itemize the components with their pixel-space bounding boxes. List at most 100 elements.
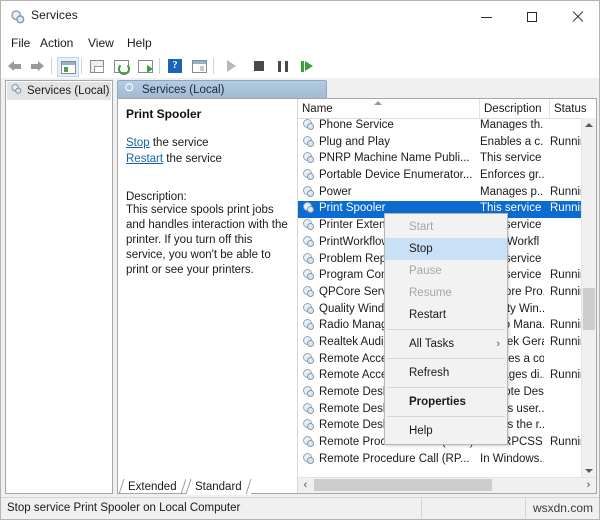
menu-help[interactable]: Help [123, 35, 156, 51]
context-menu-item-refresh[interactable]: Refresh [385, 362, 507, 384]
column-header-description[interactable]: Description [480, 99, 550, 118]
pause-service-icon [278, 61, 288, 72]
restart-service-link[interactable]: Restart [126, 153, 163, 165]
service-gear-icon [302, 386, 315, 398]
service-gear-icon [302, 319, 315, 331]
restart-service-line: Restart the service [126, 151, 289, 167]
content-area: Services (Local) Services (Local) Print … [1, 78, 600, 498]
show-hide-console-tree-button[interactable] [57, 57, 79, 77]
service-name-cell: Power [302, 186, 474, 198]
service-gear-icon [302, 169, 315, 181]
context-menu-item-restart[interactable]: Restart [385, 304, 507, 326]
column-header-status[interactable]: Status [550, 99, 596, 118]
service-status-cell: Running [550, 369, 582, 381]
column-header-name-label: Name [302, 103, 333, 115]
refresh-button[interactable] [111, 57, 131, 75]
tab-standard[interactable]: Standard [186, 478, 251, 495]
table-row[interactable]: Plug and PlayEnables a c...Running [298, 135, 582, 152]
service-gear-icon [302, 336, 315, 348]
service-name-text: Remote Procedure Call (RP... [319, 453, 470, 465]
menu-file[interactable]: File [7, 35, 34, 51]
chevron-up-icon [585, 123, 593, 127]
window-title: Services [31, 8, 78, 22]
service-gear-icon [302, 269, 315, 281]
console-tree-pane: Services (Local) [5, 80, 113, 494]
stop-service-link[interactable]: Stop [126, 137, 150, 149]
context-menu-separator [387, 387, 505, 388]
table-row[interactable]: PowerManages p...Running [298, 185, 582, 202]
export-list-button[interactable] [135, 57, 155, 75]
toolbar-separator-1 [51, 58, 52, 74]
context-menu-item-label: Refresh [409, 367, 449, 379]
close-button[interactable] [555, 1, 600, 32]
back-button[interactable] [5, 57, 25, 75]
tree-item-services-local[interactable]: Services (Local) [7, 82, 111, 100]
menu-view[interactable]: View [84, 35, 118, 51]
services-gear-icon [10, 82, 23, 100]
service-description-cell: Enables a c... [480, 136, 544, 148]
service-gear-icon [302, 253, 315, 265]
restart-service-text: the service [163, 153, 222, 165]
save-button[interactable] [87, 57, 107, 75]
service-name-text: PNRP Machine Name Publi... [319, 152, 470, 164]
stop-service-icon [254, 61, 264, 71]
vertical-scrollbar-thumb[interactable] [583, 288, 595, 330]
start-service-button[interactable] [221, 57, 241, 75]
context-menu-separator [387, 416, 505, 417]
result-pane-tab[interactable]: Services (Local) [117, 80, 327, 98]
service-gear-icon [302, 369, 315, 381]
forward-button[interactable] [27, 57, 47, 75]
service-gear-icon [302, 202, 315, 214]
chevron-down-icon [585, 469, 593, 473]
service-status-cell: Running [550, 436, 582, 448]
context-menu-item-pause: Pause [385, 260, 507, 282]
service-gear-icon [302, 353, 315, 365]
menu-action[interactable]: Action [36, 35, 77, 51]
vertical-scrollbar[interactable] [581, 118, 596, 478]
context-menu-item-stop[interactable]: Stop [385, 238, 507, 260]
start-service-icon [227, 60, 236, 72]
service-status-cell: Running [550, 136, 582, 148]
service-gear-icon [302, 286, 315, 298]
tab-extended[interactable]: Extended [119, 478, 186, 495]
context-menu-item-resume: Resume [385, 282, 507, 304]
show-hide-action-pane-button[interactable] [189, 57, 209, 75]
table-row[interactable]: PNRP Machine Name Publi...This service .… [298, 151, 582, 168]
stop-service-button[interactable] [249, 57, 269, 75]
context-menu-item-properties[interactable]: Properties [385, 391, 507, 413]
service-status-cell: Running [550, 319, 582, 331]
context-menu-item-label: Restart [409, 309, 446, 321]
result-pane-tab-label: Services (Local) [142, 84, 224, 96]
minimize-icon [481, 17, 492, 18]
scroll-up-button[interactable] [582, 118, 596, 132]
service-gear-icon [302, 236, 315, 248]
pause-service-button[interactable] [273, 57, 293, 75]
context-menu-item-all-tasks[interactable]: All Tasks› [385, 333, 507, 355]
service-name-text: Print Spooler [319, 202, 385, 214]
sort-ascending-icon [374, 101, 382, 105]
service-description-cell: Manages p... [480, 186, 544, 198]
context-menu-item-help[interactable]: Help [385, 420, 507, 442]
toolbar-separator-4 [213, 58, 214, 74]
maximize-button[interactable] [509, 1, 555, 32]
minimize-button[interactable] [463, 1, 509, 32]
result-pane: Services (Local) Print Spooler Stop the … [117, 80, 597, 494]
service-gear-icon [302, 219, 315, 231]
service-status-cell: Running [550, 336, 582, 348]
list-header: Name Description Status [298, 99, 596, 119]
context-menu-item-label: Pause [409, 265, 442, 277]
column-header-name[interactable]: Name [298, 99, 480, 118]
service-gear-icon [302, 403, 315, 415]
help-button[interactable]: ? [165, 57, 185, 75]
scroll-down-button[interactable] [582, 464, 596, 478]
service-gear-icon [302, 119, 315, 131]
service-name-heading: Print Spooler [126, 107, 289, 121]
table-row[interactable]: Remote Procedure Call (RP...In Windows..… [298, 452, 582, 469]
service-gear-icon [302, 186, 315, 198]
table-row[interactable]: Phone ServiceManages th... [298, 118, 582, 135]
service-detail-panel: Print Spooler Stop the service Restart t… [118, 99, 298, 493]
table-row[interactable]: Portable Device Enumerator...Enforces gr… [298, 168, 582, 185]
restart-service-button[interactable] [297, 57, 317, 75]
export-list-icon [138, 60, 153, 73]
service-name-cell: Remote Procedure Call (RP... [302, 453, 474, 465]
